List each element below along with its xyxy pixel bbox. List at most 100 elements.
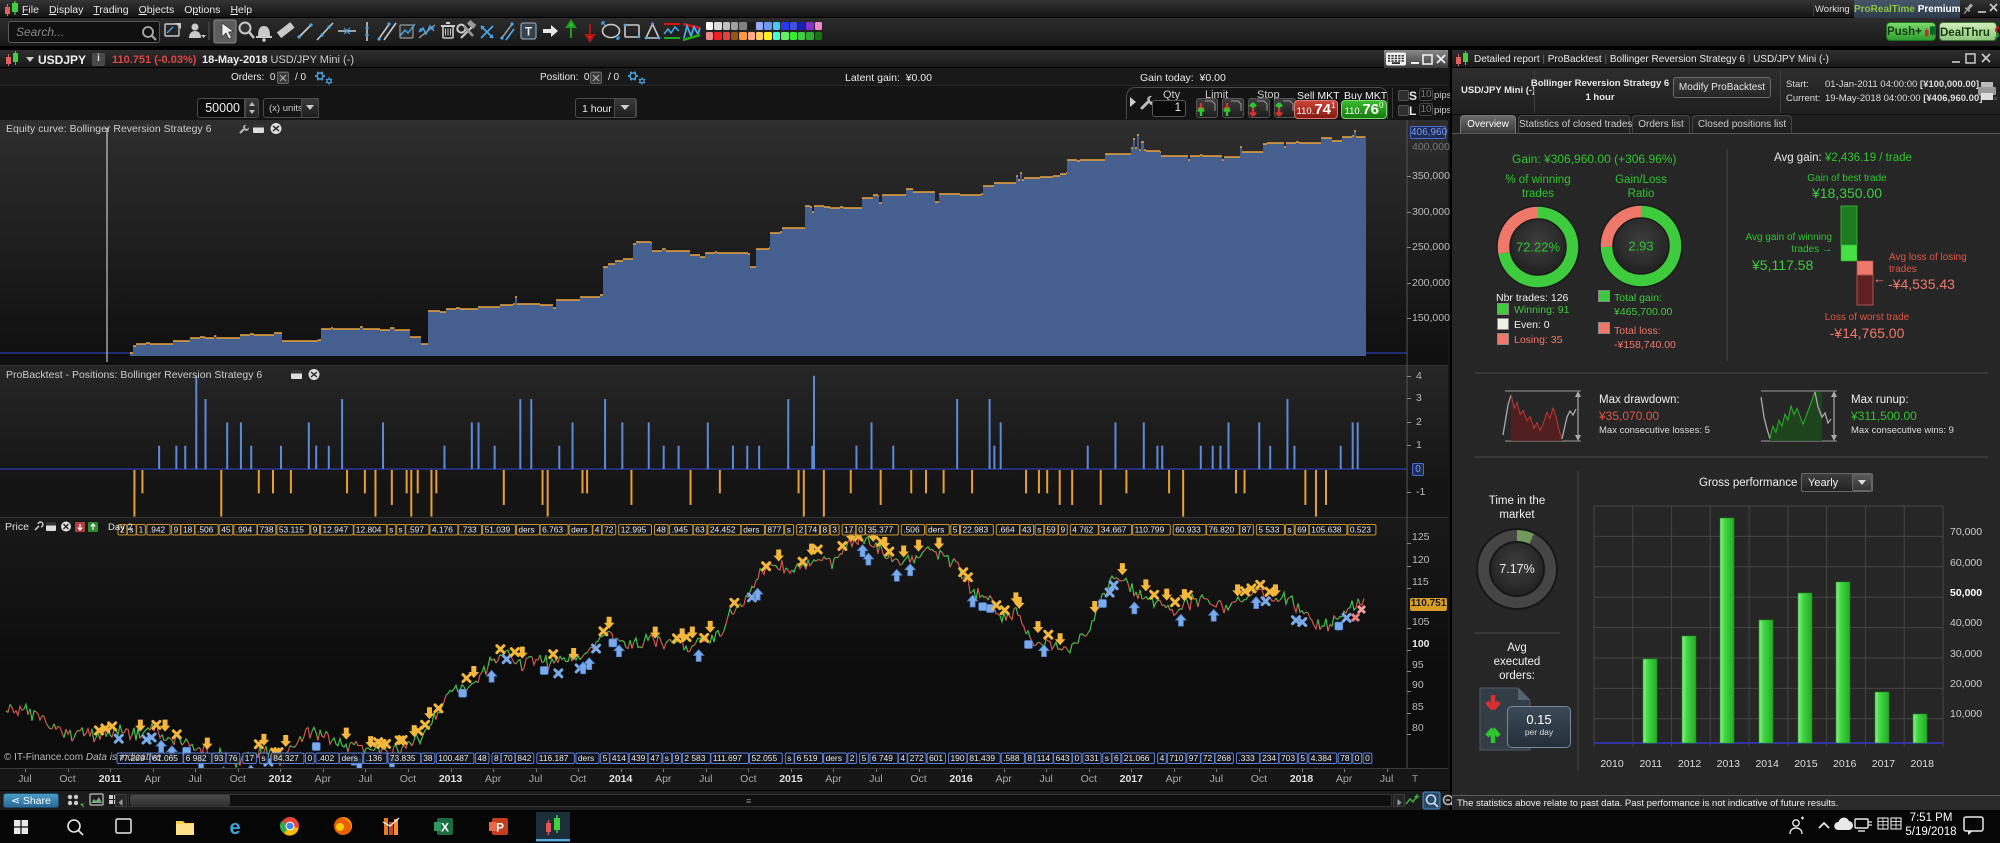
- svg-text:6.763: 6.763: [542, 525, 563, 535]
- svg-text:12.947: 12.947: [323, 525, 349, 535]
- svg-text:2: 2: [799, 525, 804, 535]
- svg-text:.597: .597: [408, 525, 425, 535]
- svg-text:22.983: 22.983: [963, 525, 989, 535]
- svg-text:84.327: 84.327: [273, 753, 299, 763]
- svg-text:.506: .506: [197, 525, 214, 535]
- svg-text:4: 4: [900, 753, 905, 763]
- svg-text:.942: .942: [149, 525, 166, 535]
- svg-text:4.176: 4.176: [432, 525, 453, 535]
- svg-text:4: 4: [1160, 753, 1165, 763]
- svg-text:3: 3: [832, 525, 837, 535]
- svg-text:100.487: 100.487: [438, 753, 469, 763]
- svg-text:6 982: 6 982: [186, 753, 207, 763]
- svg-text:48: 48: [657, 525, 667, 535]
- svg-text:0.523: 0.523: [1350, 525, 1371, 535]
- svg-text:50,000: 50,000: [1950, 587, 1982, 599]
- svg-text:9: 9: [1061, 525, 1066, 535]
- svg-text:s: s: [1287, 525, 1291, 535]
- svg-text:ders: ders: [826, 753, 842, 763]
- svg-text:0: 0: [1365, 753, 1370, 763]
- svg-text:70: 70: [503, 753, 513, 763]
- svg-text:12.804: 12.804: [356, 525, 382, 535]
- svg-text:5 533: 5 533: [1258, 525, 1279, 535]
- svg-text:116.187: 116.187: [539, 753, 569, 763]
- svg-text:601: 601: [929, 753, 943, 763]
- svg-text:72: 72: [604, 525, 614, 535]
- svg-text:710: 710: [1169, 753, 1183, 763]
- svg-text:877: 877: [767, 525, 781, 535]
- svg-text:0: 0: [1355, 753, 1360, 763]
- svg-text:190: 190: [951, 753, 965, 763]
- svg-text:234: 234: [1262, 753, 1276, 763]
- svg-text:60.933: 60.933: [1175, 525, 1201, 535]
- svg-text:73.835: 73.835: [390, 753, 416, 763]
- svg-text:30,000: 30,000: [1950, 648, 1982, 660]
- svg-text:76: 76: [228, 753, 238, 763]
- svg-text:ders: ders: [518, 525, 534, 535]
- svg-text:51.039: 51.039: [485, 525, 511, 535]
- svg-text:.333: .333: [1238, 753, 1255, 763]
- svg-text:ders: ders: [571, 525, 587, 535]
- svg-text:45: 45: [221, 525, 231, 535]
- svg-text:43: 43: [1022, 525, 1032, 535]
- svg-text:ders: ders: [578, 753, 594, 763]
- svg-text:12.995: 12.995: [621, 525, 647, 535]
- svg-text:0: 0: [308, 753, 313, 763]
- svg-text:4 762: 4 762: [1072, 525, 1093, 535]
- svg-text:63: 63: [695, 525, 705, 535]
- svg-text:2014: 2014: [1755, 758, 1779, 770]
- svg-text:2012: 2012: [1678, 758, 1702, 770]
- svg-text:52.055: 52.055: [752, 753, 778, 763]
- svg-text:114: 114: [1037, 753, 1051, 763]
- svg-text:2.93: 2.93: [1628, 239, 1653, 254]
- svg-text:414: 414: [612, 753, 626, 763]
- svg-text:8: 8: [1027, 753, 1032, 763]
- svg-text:93: 93: [214, 753, 224, 763]
- svg-text:4: 4: [595, 525, 600, 535]
- svg-text:81.439: 81.439: [969, 753, 995, 763]
- svg-text:53.115: 53.115: [279, 525, 304, 535]
- svg-text:87: 87: [1242, 525, 1252, 535]
- svg-text:2: 2: [850, 753, 855, 763]
- svg-text:17: 17: [844, 525, 854, 535]
- svg-text:97: 97: [1189, 753, 1199, 763]
- svg-text:5: 5: [862, 753, 867, 763]
- svg-text:.733: .733: [460, 525, 477, 535]
- svg-text:72: 72: [1203, 753, 1213, 763]
- svg-text:9: 9: [313, 525, 318, 535]
- svg-text:70,000: 70,000: [1950, 526, 1982, 538]
- svg-text:111.697: 111.697: [713, 753, 742, 763]
- svg-text:35.377: 35.377: [868, 525, 894, 535]
- svg-text:9: 9: [174, 525, 179, 535]
- svg-text:.588: .588: [1003, 753, 1020, 763]
- svg-text:2017: 2017: [1872, 758, 1896, 770]
- svg-text:703: 703: [1281, 753, 1295, 763]
- svg-text:5: 5: [603, 753, 608, 763]
- svg-text:s: s: [787, 753, 791, 763]
- svg-text:ders: ders: [928, 525, 944, 535]
- svg-text:4.384: 4.384: [1311, 753, 1332, 763]
- svg-text:78: 78: [1340, 753, 1350, 763]
- svg-text:.136: .136: [366, 753, 383, 763]
- svg-text:47: 47: [650, 753, 660, 763]
- svg-text:21.066: 21.066: [1124, 753, 1150, 763]
- svg-text:0: 0: [858, 525, 863, 535]
- svg-text:69: 69: [1297, 525, 1307, 535]
- svg-text:.994: .994: [236, 525, 253, 535]
- svg-text:T: T: [525, 27, 532, 39]
- svg-text:643: 643: [1056, 753, 1070, 763]
- svg-text:ders: ders: [342, 753, 358, 763]
- svg-text:17: 17: [245, 753, 255, 763]
- svg-text:48: 48: [477, 753, 487, 763]
- svg-text:331: 331: [1085, 753, 1099, 763]
- svg-text:76.820: 76.820: [1209, 525, 1235, 535]
- svg-text:9: 9: [675, 753, 680, 763]
- svg-text:s: s: [1037, 525, 1041, 535]
- svg-text:20,000: 20,000: [1950, 678, 1982, 690]
- svg-text:60,000: 60,000: [1950, 557, 1982, 569]
- svg-text:38: 38: [423, 753, 433, 763]
- svg-text:2018: 2018: [1911, 758, 1935, 770]
- svg-text:2013: 2013: [1717, 758, 1741, 770]
- svg-text:268: 268: [1217, 753, 1231, 763]
- svg-text:105.638: 105.638: [1311, 525, 1342, 535]
